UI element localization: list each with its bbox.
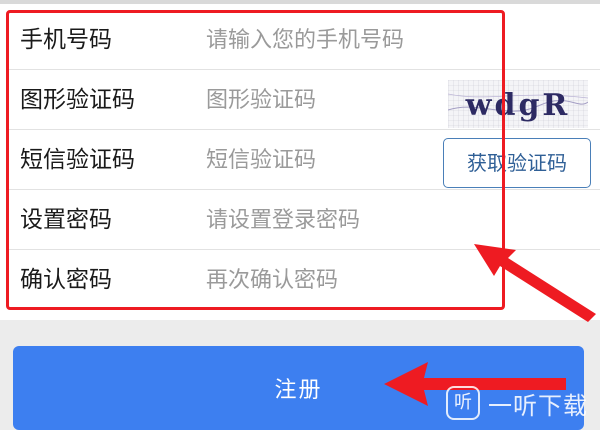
register-button[interactable]: 注册: [13, 346, 584, 430]
top-divider: [0, 0, 600, 4]
phone-number-input[interactable]: [206, 18, 436, 62]
registration-form: 手机号码 图形验证码 短信验证码 设置密码 确认密码 wdgR 获取验证码: [0, 0, 600, 320]
phone-number-label: 手机号码: [20, 27, 112, 53]
image-captcha-label: 图形验证码: [20, 87, 135, 113]
confirm-password-input[interactable]: [206, 258, 436, 302]
set-password-input[interactable]: [206, 198, 436, 242]
captcha-image[interactable]: wdgR: [448, 80, 588, 128]
row-phone-number: 手机号码: [0, 10, 600, 70]
get-sms-code-button[interactable]: 获取验证码: [443, 138, 591, 188]
image-captcha-input[interactable]: [206, 78, 436, 122]
confirm-password-label: 确认密码: [20, 267, 112, 293]
captcha-text: wdgR: [465, 88, 571, 123]
sms-code-label: 短信验证码: [20, 147, 135, 173]
sms-code-input[interactable]: [206, 138, 436, 182]
set-password-label: 设置密码: [20, 207, 112, 233]
row-set-password: 设置密码: [0, 190, 600, 250]
row-confirm-password: 确认密码: [0, 250, 600, 310]
